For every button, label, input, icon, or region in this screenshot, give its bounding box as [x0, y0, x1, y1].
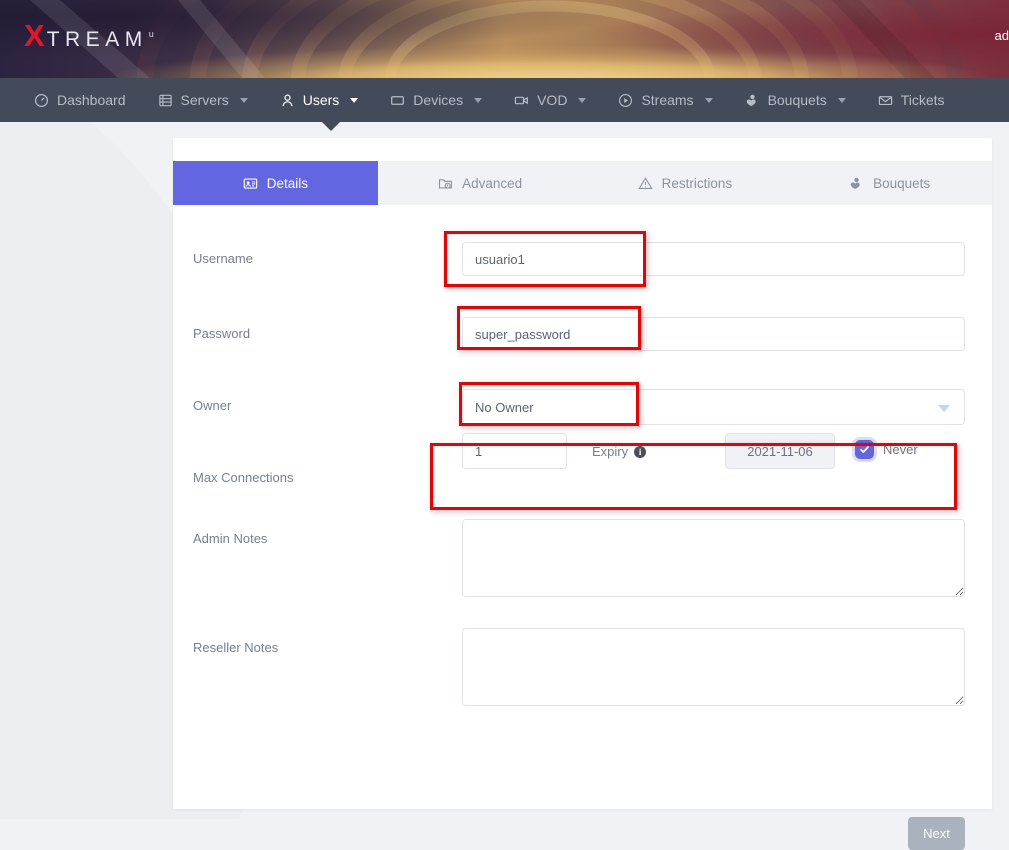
header-banner: X TREAM u ad — [0, 0, 1009, 78]
chevron-down-icon — [938, 405, 950, 412]
admin-notes-label: Admin Notes — [193, 531, 267, 546]
chevron-down-icon — [838, 98, 846, 103]
advanced-folder-icon — [438, 176, 453, 191]
form-row-admin-notes: Admin Notes — [173, 496, 992, 605]
nav-label: Streams — [641, 92, 693, 108]
nav-item-streams[interactable]: Streams — [602, 78, 728, 122]
device-screen-icon — [390, 93, 405, 108]
password-label: Password — [193, 326, 250, 341]
bouquet-flower-icon — [849, 176, 864, 191]
nav-item-tickets[interactable]: Tickets — [862, 78, 961, 122]
reseller-notes-label: Reseller Notes — [193, 640, 278, 655]
form-row-owner: Owner No Owner — [173, 352, 992, 424]
bouquet-flower-icon — [745, 93, 760, 108]
tab-advanced[interactable]: Advanced — [378, 161, 583, 205]
expiry-date-field[interactable]: 2021-11-06 — [725, 433, 835, 469]
main-navigation: Dashboard Servers Users Devices — [0, 78, 1009, 122]
brand-wordmark: TREAM — [47, 29, 148, 50]
nav-item-users[interactable]: Users — [264, 78, 375, 122]
nav-label: Tickets — [901, 92, 945, 108]
nav-label: Bouquets — [768, 92, 827, 108]
max-connections-label: Max Connections — [193, 470, 293, 485]
nav-item-vod[interactable]: VOD — [498, 78, 602, 122]
user-form-card: Details Advanced Restrictions — [173, 138, 992, 809]
username-input[interactable] — [462, 242, 965, 276]
server-rack-icon — [158, 93, 173, 108]
chevron-down-icon — [578, 98, 586, 103]
nav-item-servers[interactable]: Servers — [142, 78, 264, 122]
video-camera-icon — [514, 93, 529, 108]
expiry-label-group: Expiry i — [592, 444, 646, 459]
header-user-label[interactable]: ad — [995, 28, 1009, 43]
nav-label: Users — [303, 92, 340, 108]
owner-selected-value: No Owner — [475, 400, 534, 415]
chevron-down-icon — [474, 98, 482, 103]
tab-restrictions[interactable]: Restrictions — [583, 161, 788, 205]
info-icon[interactable]: i — [634, 446, 646, 458]
reseller-notes-textarea[interactable] — [462, 628, 965, 706]
chevron-down-icon — [350, 98, 358, 103]
form-row-username: Username — [173, 205, 992, 280]
tab-label: Bouquets — [873, 176, 930, 191]
brand-x-letter: X — [24, 20, 45, 51]
form-row-max-connections: Max Connections Expiry i 2021-11-06 Neve… — [173, 424, 992, 496]
nav-label: Servers — [181, 92, 229, 108]
brand-superscript: u — [149, 29, 154, 39]
warning-triangle-icon — [638, 176, 653, 191]
active-nav-pointer — [322, 122, 340, 131]
envelope-mail-icon — [878, 93, 893, 108]
tab-label: Advanced — [462, 176, 522, 191]
chevron-down-icon — [705, 98, 713, 103]
next-button[interactable]: Next — [908, 817, 965, 850]
form-row-reseller-notes: Reseller Notes — [173, 605, 992, 714]
nav-item-bouquets[interactable]: Bouquets — [729, 78, 862, 122]
expiry-label: Expiry — [592, 444, 628, 459]
nav-item-dashboard[interactable]: Dashboard — [18, 78, 142, 122]
nav-label: VOD — [537, 92, 567, 108]
owner-select[interactable]: No Owner — [462, 389, 965, 425]
details-form: Username Password Owner No Owner Max Con… — [173, 205, 992, 809]
tab-bouquets[interactable]: Bouquets — [787, 161, 992, 205]
username-label: Username — [193, 251, 253, 266]
never-checkbox-group: Never — [855, 440, 918, 459]
owner-label: Owner — [193, 398, 231, 413]
chevron-down-icon — [240, 98, 248, 103]
admin-notes-textarea[interactable] — [462, 519, 965, 597]
password-input[interactable] — [462, 317, 965, 351]
tab-label: Restrictions — [662, 176, 733, 191]
tab-details[interactable]: Details — [173, 161, 378, 205]
nav-label: Dashboard — [57, 92, 126, 108]
user-person-icon — [280, 93, 295, 108]
never-checkbox[interactable] — [855, 440, 874, 459]
form-tab-bar: Details Advanced Restrictions — [173, 161, 992, 205]
max-connections-input[interactable] — [462, 433, 567, 469]
nav-item-devices[interactable]: Devices — [374, 78, 498, 122]
id-card-icon — [243, 176, 258, 191]
brand-logo[interactable]: X TREAM u — [24, 20, 154, 51]
dashboard-gauge-icon — [34, 93, 49, 108]
tab-label: Details — [267, 176, 308, 191]
form-row-password: Password — [173, 280, 992, 352]
never-label: Never — [883, 442, 918, 457]
play-circle-icon — [618, 93, 633, 108]
nav-label: Devices — [413, 92, 463, 108]
